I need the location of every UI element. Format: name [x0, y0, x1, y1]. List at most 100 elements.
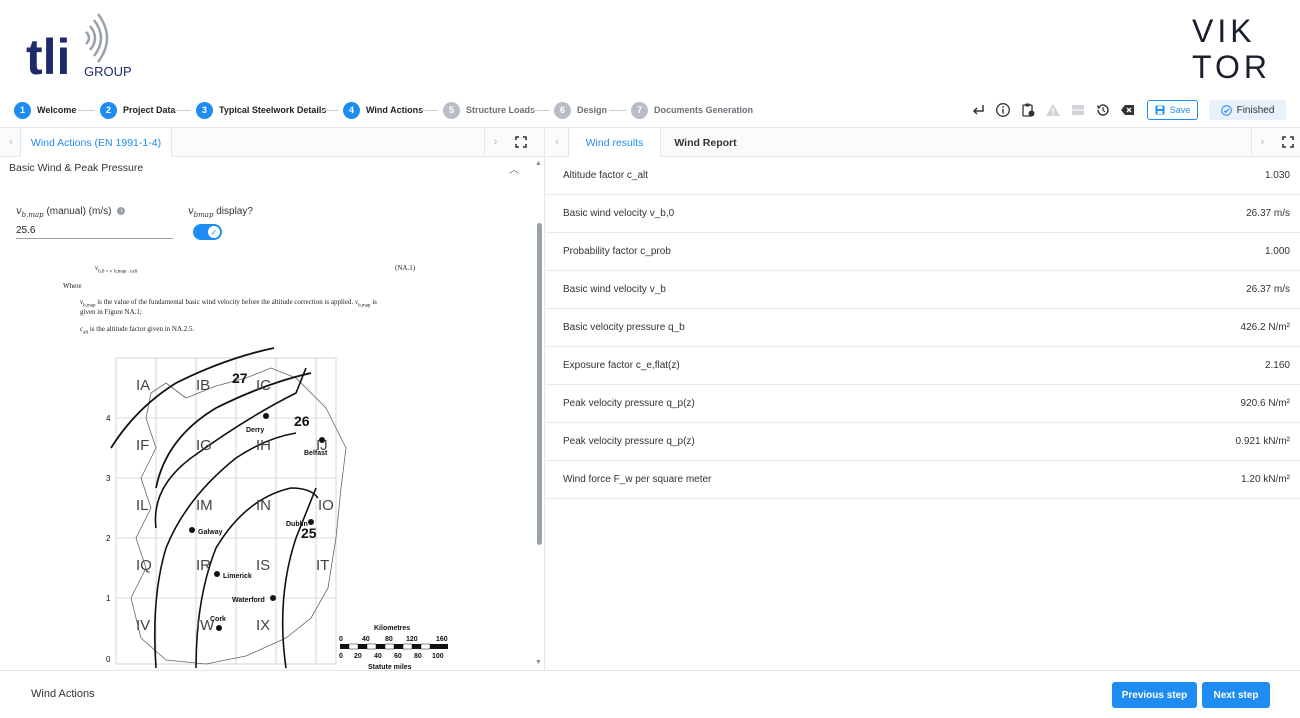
step-divider [609, 110, 626, 111]
chevron-up-icon[interactable]: ︿ [509, 161, 519, 176]
step-welcome[interactable]: 1 Welcome [14, 101, 76, 119]
step-documents-generation[interactable]: 7 Documents Generation [631, 101, 753, 119]
grid-label: IO [318, 497, 334, 514]
save-icon [1155, 105, 1165, 115]
result-row: Altitude factor c_alt 1.030 [546, 157, 1300, 195]
scale-tick: 80 [414, 653, 422, 660]
result-label: Probability factor c_prob [563, 246, 671, 257]
input-panel: ‹ Wind Actions (EN 1991-1-4) › Basic Win… [0, 127, 545, 671]
vbmap-field-label: vb,map (manual) (m/s) i [16, 206, 126, 219]
panel-scrollbar[interactable] [537, 223, 542, 545]
grid-label: IF [136, 437, 149, 454]
scale-tick: 0 [339, 636, 343, 643]
formula-text: is the value of the fundamental basic wi… [97, 298, 354, 306]
save-button[interactable]: Save [1147, 100, 1198, 120]
step-design[interactable]: 6 Design [554, 101, 607, 119]
section-title: Basic Wind & Peak Pressure [9, 162, 144, 174]
step-number: 1 [14, 101, 31, 119]
y-tick: 3 [106, 474, 111, 483]
scroll-down-icon[interactable]: ▼ [535, 659, 542, 666]
results-panel: ‹ Wind results Wind Report › Altitude fa… [546, 127, 1300, 670]
result-label: Basic wind velocity v_b [563, 284, 666, 295]
result-row: Basic velocity pressure q_b 426.2 N/m² [546, 309, 1300, 347]
result-value: 1.20 kN/m² [1241, 474, 1290, 485]
viktor-logo: VIK TOR [1192, 13, 1267, 80]
app-header: tli GROUP VIK TOR [0, 0, 1300, 95]
city-label: Galway [198, 529, 223, 536]
fullscreen-icon[interactable] [1280, 134, 1296, 150]
results-tabbar: ‹ Wind results Wind Report › [546, 128, 1300, 157]
step-wind-actions[interactable]: 4 Wind Actions [343, 101, 423, 119]
step-number: 7 [631, 101, 648, 119]
clipboard-icon[interactable] [1020, 102, 1036, 118]
check-circle-icon [1220, 104, 1232, 116]
tab-wind-report[interactable]: Wind Report [661, 128, 750, 157]
step-number: 5 [443, 101, 460, 119]
step-label: Typical Steelwork Details [219, 105, 327, 115]
scale-tick: 60 [394, 653, 402, 660]
enter-icon[interactable] [971, 102, 987, 118]
grid-label: IV [136, 617, 150, 634]
step-typical-steelwork[interactable]: 3 Typical Steelwork Details [196, 101, 326, 119]
step-project-data[interactable]: 2 Project Data [100, 101, 176, 119]
vbmap-display-toggle[interactable]: ✓ [193, 224, 222, 240]
toggle-label-text: display? [216, 206, 253, 217]
tab-label: Wind Actions (EN 1991-1-4) [30, 136, 162, 149]
formula-text: is the altitude factor given in NA.2.5. [89, 325, 195, 333]
fullscreen-icon[interactable] [513, 134, 529, 150]
formula-excerpt: vb,0 = v b,map . calt (NA.1) Where vb,ma… [62, 256, 462, 336]
step-divider [421, 110, 438, 111]
tab-scroll-right-icon[interactable]: › [1251, 128, 1273, 156]
tab-wind-actions[interactable]: Wind Actions (EN 1991-1-4) [20, 128, 172, 157]
clear-icon[interactable] [1120, 102, 1136, 118]
field-label-text: (manual) (m/s) [46, 206, 112, 217]
result-value: 26.37 m/s [1246, 284, 1290, 295]
result-row: Peak velocity pressure q_p(z) 920.6 N/m² [546, 385, 1300, 423]
finished-label: Finished [1236, 104, 1275, 116]
y-tick: 0 [106, 655, 111, 664]
result-value: 426.2 N/m² [1240, 322, 1290, 333]
result-row: Wind force F_w per square meter 1.20 kN/… [546, 461, 1300, 499]
scale-tick: 80 [385, 636, 393, 643]
math-subscript: b,map [21, 211, 44, 219]
step-number: 6 [554, 101, 571, 119]
previous-step-button[interactable]: Previous step [1112, 682, 1197, 708]
tab-wind-results[interactable]: Wind results [568, 128, 661, 157]
vbmap-input[interactable] [16, 222, 173, 239]
button-label: Next step [1213, 689, 1259, 701]
math-subscript: bmap [193, 211, 214, 219]
finished-status-badge: Finished [1209, 100, 1286, 120]
scale-tick: 100 [432, 653, 444, 660]
grid-label: IM [196, 497, 213, 514]
step-structure-loads[interactable]: 5 Structure Loads [443, 101, 535, 119]
warning-icon[interactable] [1045, 102, 1061, 118]
table-icon[interactable] [1070, 102, 1086, 118]
info-icon[interactable] [995, 102, 1011, 118]
grid-label: IR [196, 557, 211, 574]
result-row: Probability factor c_prob 1.000 [546, 233, 1300, 271]
tab-label: Wind Report [674, 136, 737, 149]
tab-scroll-left-icon[interactable]: ‹ [0, 128, 22, 156]
eq-part: b,map [358, 303, 371, 309]
grid-label: IT [316, 557, 329, 574]
step-divider [321, 110, 338, 111]
footer-bar: Wind Actions Previous step Next step [0, 670, 1300, 718]
step-label: Project Data [123, 105, 176, 115]
scale-tick: 0 [339, 653, 343, 660]
history-icon[interactable] [1095, 102, 1111, 118]
eq-part: alt [83, 330, 89, 336]
city-label: Belfast [304, 450, 328, 457]
result-label: Exposure factor c_e,flat(z) [563, 360, 680, 371]
scroll-up-icon[interactable]: ▲ [535, 160, 542, 167]
next-step-button[interactable]: Next step [1202, 682, 1270, 708]
grid-label: IH [256, 437, 271, 454]
grid-label: IG [196, 437, 212, 454]
tab-scroll-right-icon[interactable]: › [484, 128, 506, 156]
vbmap-display-label: vbmap display? [188, 206, 253, 219]
viktor-logo-top: VIK [1192, 13, 1256, 49]
info-icon[interactable]: i [117, 207, 126, 216]
tab-scroll-left-icon[interactable]: ‹ [546, 128, 568, 156]
step-divider [78, 110, 95, 111]
city-label: Limerick [223, 573, 252, 580]
result-row: Peak velocity pressure q_p(z) 0.921 kN/m… [546, 423, 1300, 461]
